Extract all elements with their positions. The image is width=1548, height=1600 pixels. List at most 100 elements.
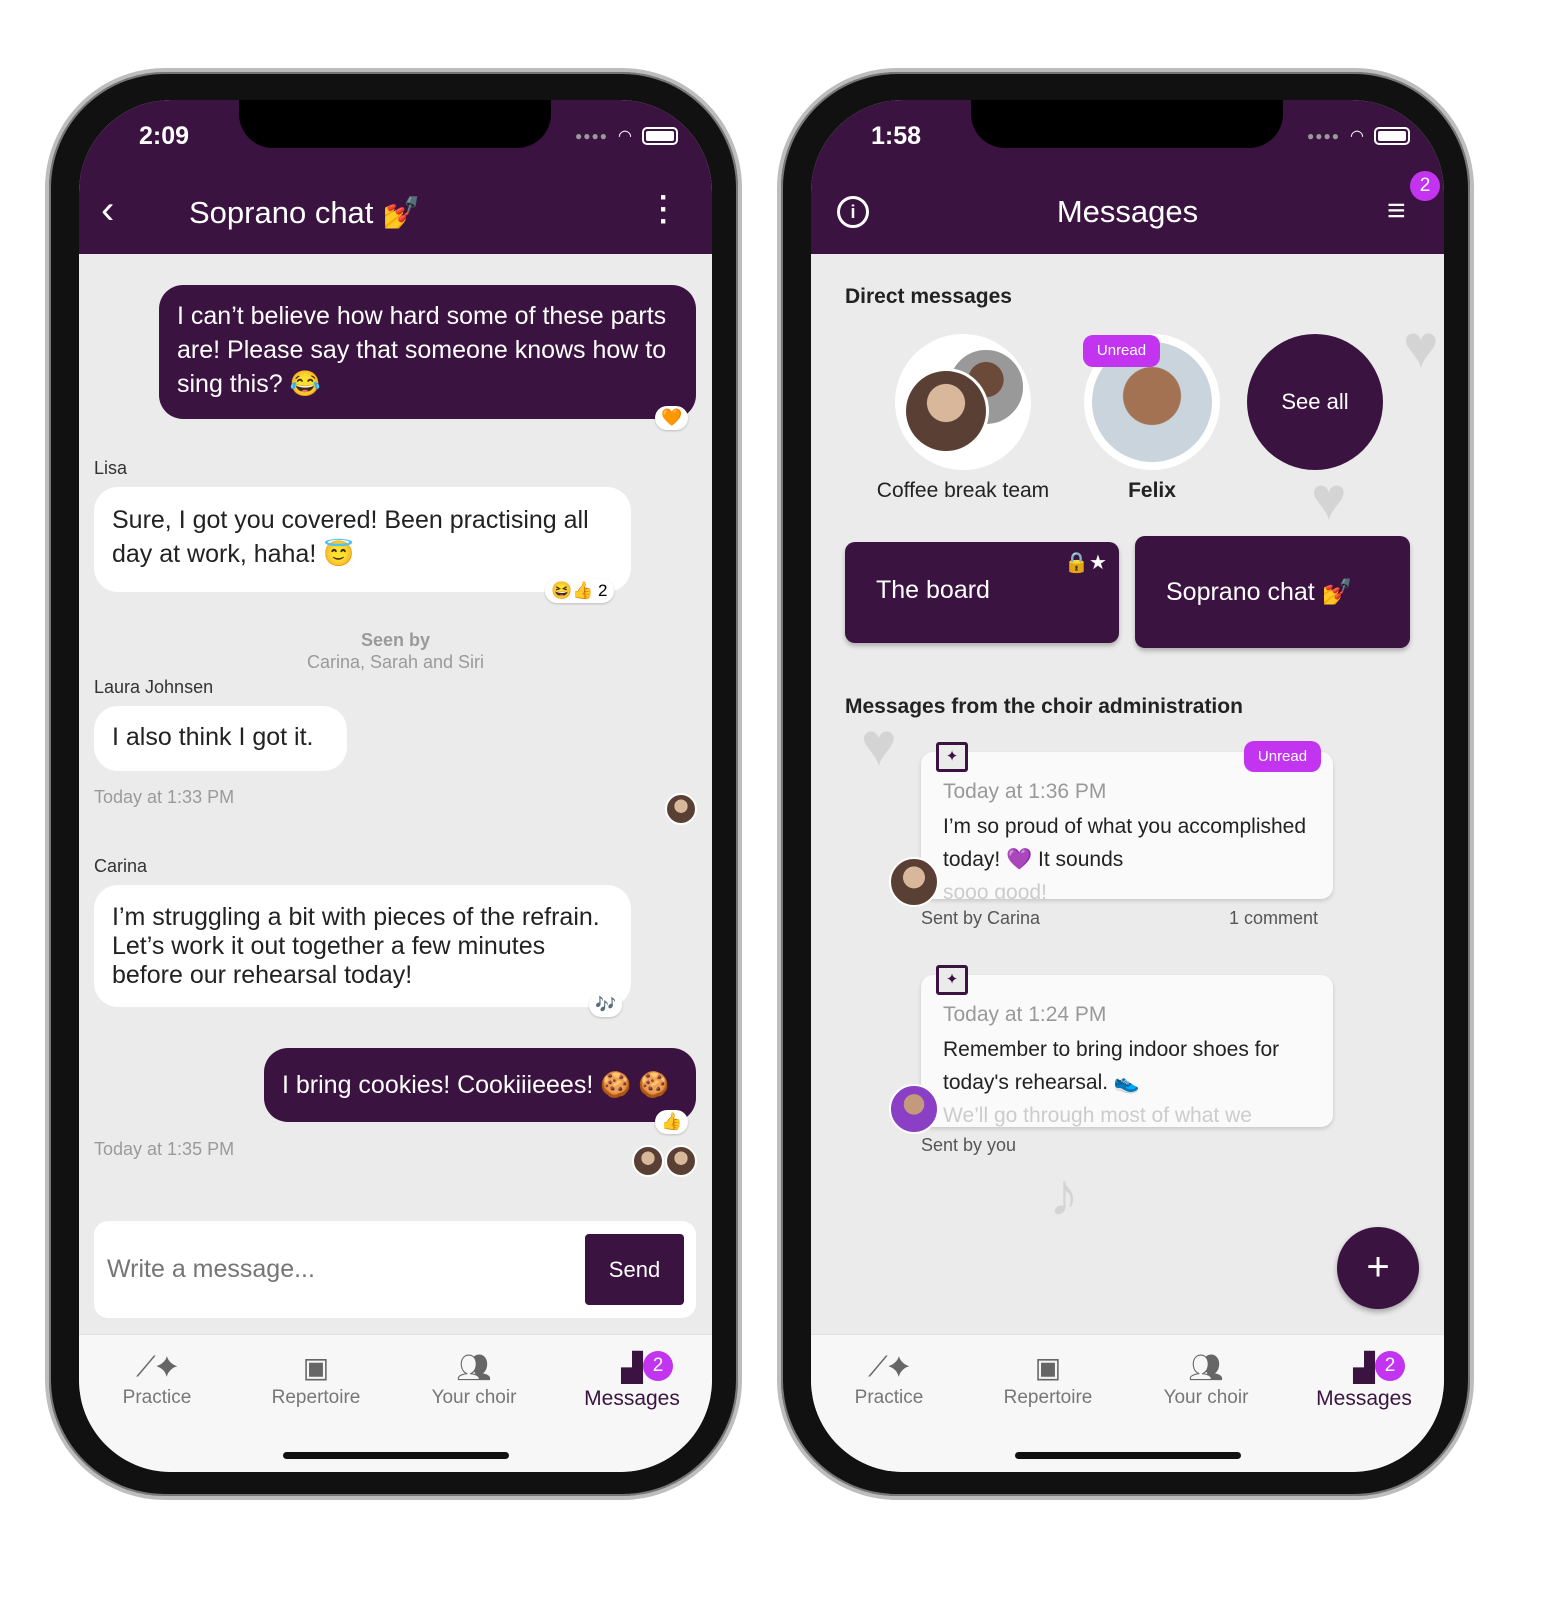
reaction[interactable]: 🎶 [589,993,623,1017]
timestamp: Today at 1:35 PM [94,1139,235,1159]
nav-label: Messages [1316,1387,1412,1410]
phone-chat: 2:09 ●●●● ◠ ‹ Soprano chat 💅 · · · I can’t … [45,68,742,1500]
nav-label: Repertoire [1003,1387,1093,1408]
avatar [665,793,697,825]
reaction[interactable]: 😆👍 2 [545,579,614,603]
nav-label: Practice [854,1387,924,1408]
avatar [632,1145,664,1177]
chevron-left-icon[interactable]: ‹ [101,188,114,233]
group-chat-name: Soprano chat 💅 [1166,578,1353,606]
message-bubble[interactable]: I’m struggling a bit with pieces of the … [94,885,631,1007]
status-icons: ●●●● ◠ [1307,126,1410,146]
admin-post[interactable]: Today at 1:36 PM I’m so proud of what yo… [921,752,1333,899]
post-time: Today at 1:36 PM [943,780,1107,803]
reaction[interactable]: 👍 [655,1110,689,1134]
section-heading: Direct messages [845,285,1012,308]
nav-practice[interactable]: ⟋✦ Practice [814,1351,964,1409]
wifi-icon: ◠ [1350,128,1364,145]
message-composer: Send [94,1221,696,1318]
sender-name: Laura Johnsen [94,677,214,697]
lock-star-icon: 🔒★ [1064,552,1107,574]
status-time: 1:58 [871,122,922,150]
nav-your-choir[interactable]: 👥︎ Your choir [399,1351,549,1409]
dm-label: Felix [1128,479,1176,502]
group-chat-name: The board [876,576,990,604]
nav-label: Practice [122,1387,192,1408]
signal-icon: ●●●● [1307,129,1341,143]
seen-by-names: Carina, Sarah and Siri [306,652,485,672]
post-text-fade: We’ll go through most of what we [943,1104,1252,1127]
home-indicator [283,1452,509,1459]
post-text-fade: sooo good! [943,881,1047,899]
nav-repertoire[interactable]: ▣ Repertoire [973,1351,1123,1409]
see-all-button[interactable]: See all [1247,334,1383,470]
message-input[interactable] [94,1221,574,1318]
home-indicator [1015,1452,1241,1459]
chat-screen: 2:09 ●●●● ◠ ‹ Soprano chat 💅 · · · I can’t … [79,100,712,1472]
nav-your-choir[interactable]: 👥︎ Your choir [1131,1351,1281,1409]
group-chat-soprano[interactable]: Soprano chat 💅 [1135,536,1410,648]
reaction[interactable]: 🧡 [655,406,689,430]
announcement-icon: ✦ [936,965,968,995]
message-bubble[interactable]: I can’t believe how hard some of these p… [159,285,696,419]
status-icons: ●●●● ◠ [575,126,678,146]
wifi-icon: ◠ [618,128,632,145]
hamburger-menu-icon[interactable]: ≡ [1387,192,1406,229]
battery-icon [642,127,678,145]
heart-decoration: ♥ [861,711,897,778]
nav-repertoire[interactable]: ▣ Repertoire [241,1351,391,1409]
nav-messages[interactable]: ▟ 2 Messages [557,1351,707,1411]
heart-decoration: ♥ [1403,313,1439,380]
chat-icon: ▟ [621,1352,643,1383]
dm-coffee-break-team[interactable] [895,334,1031,470]
post-sender: Sent by you [921,1135,1017,1155]
message-bubble[interactable]: I bring cookies! Cookiiieees! 🍪 🍪 [264,1048,696,1122]
admin-post[interactable]: Today at 1:24 PM Remember to bring indoo… [921,975,1333,1127]
nav-messages[interactable]: ▟ 2 Messages [1289,1351,1439,1411]
messages-header: 1:58 ●●●● ◠ i Messages ≡ 2 [811,100,1444,254]
send-button[interactable]: Send [585,1234,684,1305]
announcement-icon: ✦ [936,742,968,772]
notch [239,100,551,148]
nav-label: Repertoire [271,1387,361,1408]
battery-icon [1374,127,1410,145]
sender-name: Carina [94,856,148,876]
dm-label: Coffee break team [876,479,1050,502]
post-sender: Sent by Carina [921,908,1041,928]
nav-label: Messages [584,1387,680,1410]
section-heading: Messages from the choir administration [845,695,1243,718]
bottom-nav: ⟋✦ Practice ▣ Repertoire 👥︎ Your choir ▟ 2 Me… [79,1334,712,1472]
people-icon: 👥︎ [1188,1352,1224,1383]
post-comments[interactable]: 1 comment [1229,908,1318,929]
post-text: I’m so proud of what you accomplished to… [943,815,1307,871]
music-library-icon: ▣ [1034,1352,1062,1383]
music-library-icon: ▣ [302,1352,330,1383]
message-bubble[interactable]: I also think I got it. [94,706,347,771]
chat-header: 2:09 ●●●● ◠ ‹ Soprano chat 💅 · · · [79,100,712,254]
nav-practice[interactable]: ⟋✦ Practice [82,1351,232,1409]
sender-name: Lisa [94,458,128,478]
chat-icon: ▟ [1353,1352,1375,1383]
notch [971,100,1283,148]
message-bubble[interactable]: Sure, I got you covered! Been practising… [94,487,631,592]
nav-label: Your choir [1163,1387,1249,1408]
unread-badge: Unread [1244,741,1321,772]
unread-badge: Unread [1083,335,1160,367]
avatar [903,368,989,454]
heart-decoration: ♥ [1311,465,1347,532]
page-title: Soprano chat 💅 [189,195,421,230]
add-button[interactable]: + [1337,1227,1419,1309]
avatar [889,857,939,907]
status-time: 2:09 [139,122,190,150]
sparkle-chart-icon: ⟋✦ [136,1351,178,1382]
nav-badge: 2 [643,1351,673,1381]
group-chat-the-board[interactable]: The board 🔒★ [845,542,1119,643]
sparkle-chart-icon: ⟋✦ [868,1351,910,1382]
more-vertical-icon[interactable]: · · · [659,183,669,237]
signal-icon: ●●●● [575,129,609,143]
page-title: Messages [1056,194,1199,229]
timestamp: Today at 1:33 PM [94,787,235,807]
menu-badge: 2 [1410,171,1440,201]
avatar [889,1084,939,1134]
phone-messages: 1:58 ●●●● ◠ i Messages ≡ 2 ♥ ♥ ♥ ♪ Direct… [777,68,1474,1500]
